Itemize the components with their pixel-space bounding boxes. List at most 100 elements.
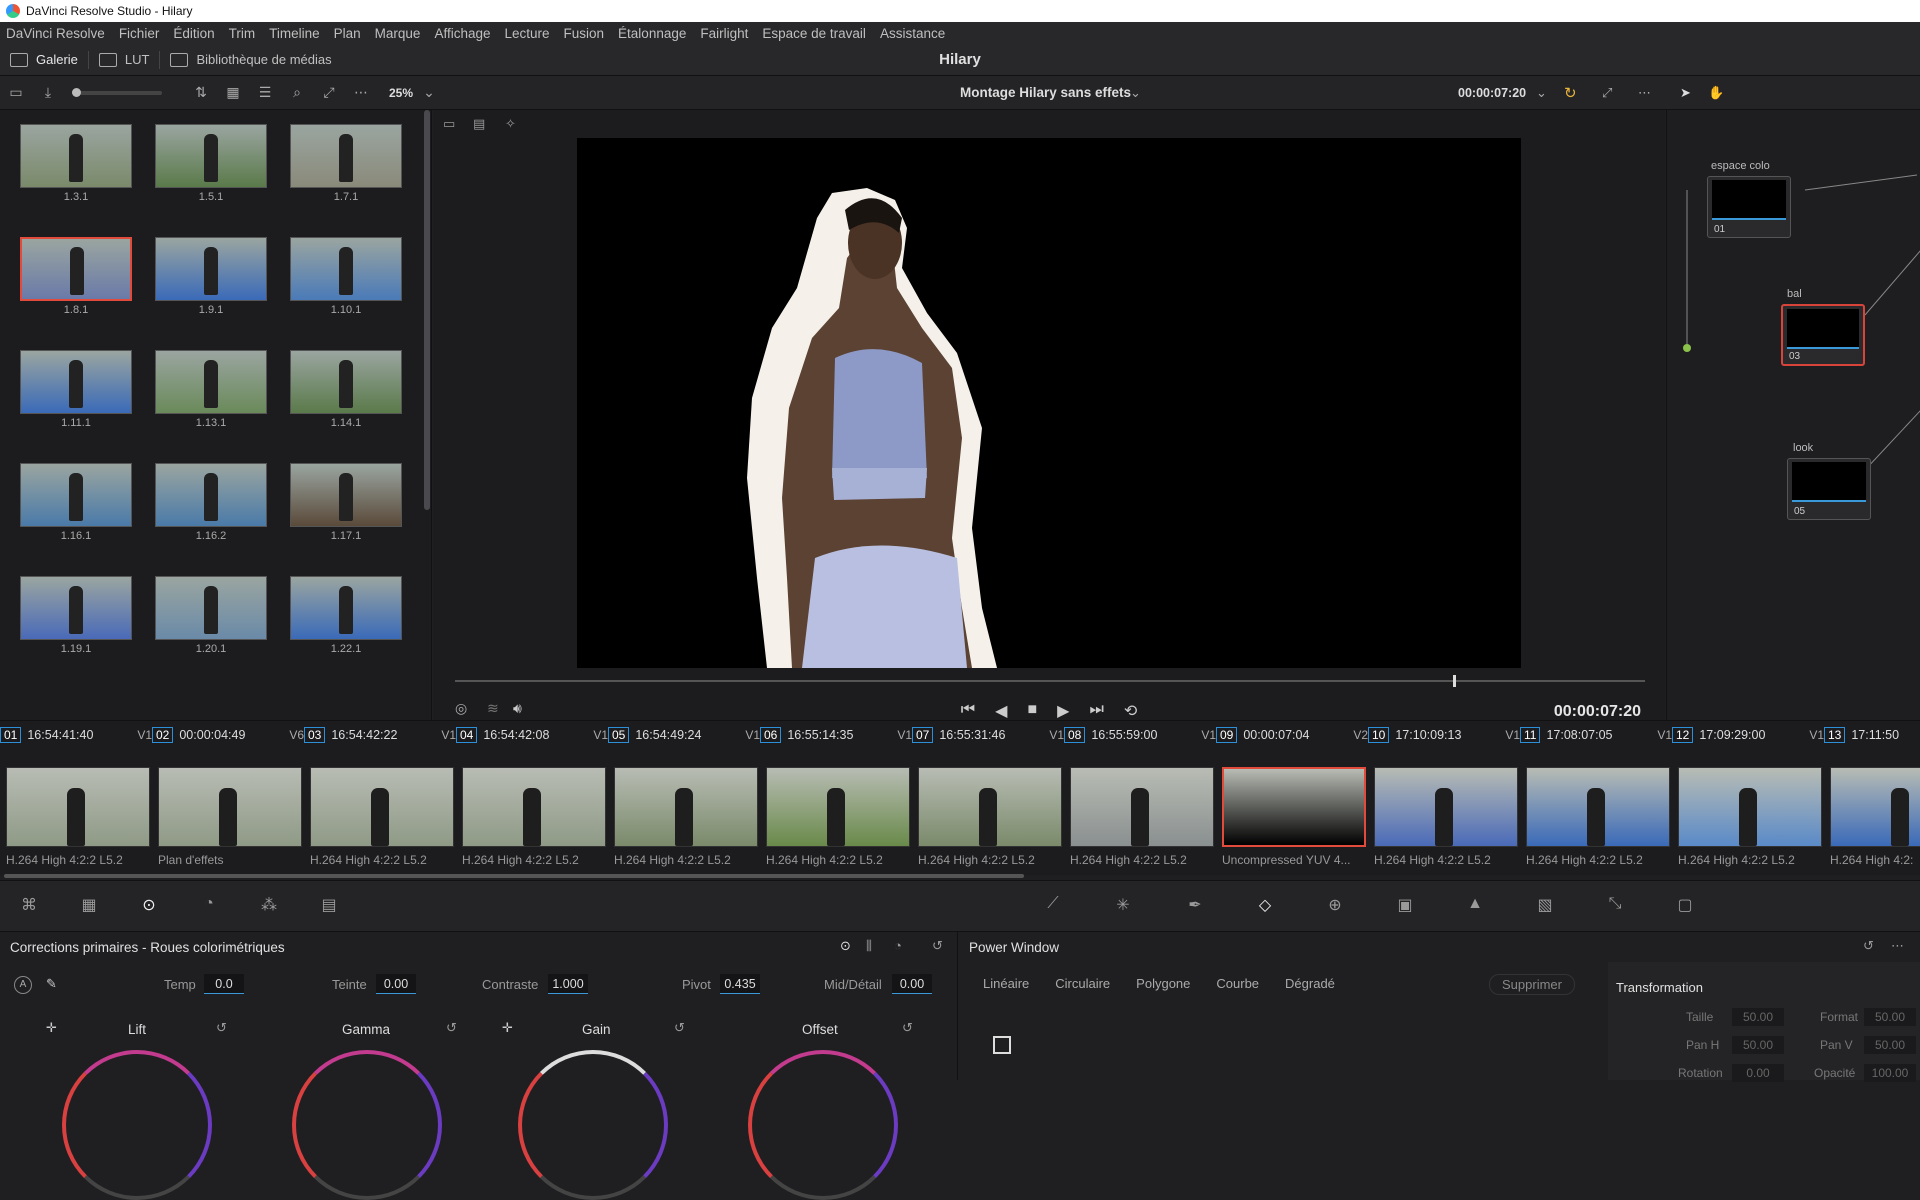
gallery-still[interactable]	[155, 576, 267, 640]
grid-view-icon[interactable]: ▦	[222, 82, 244, 104]
go-to-start-icon[interactable]: ⏮	[961, 701, 975, 721]
clip-item[interactable]: 13 17:11:50 H.264 High 4:2:	[1824, 721, 1920, 871]
gallery-still[interactable]	[155, 124, 267, 188]
format-field[interactable]: 50.00	[1864, 1008, 1916, 1026]
more-options-icon[interactable]: ⋯	[350, 82, 372, 104]
reset-icon[interactable]: ↺	[446, 1020, 457, 1036]
gallery-still[interactable]	[20, 463, 132, 527]
bars-mode-icon[interactable]: ⫼	[866, 938, 872, 954]
menu-etalonnage[interactable]: Étalonnage	[618, 26, 686, 41]
timeline-name[interactable]: Montage Hilary sans effets	[960, 85, 1131, 100]
menu-lecture[interactable]: Lecture	[504, 26, 549, 41]
wheels-mode-icon[interactable]: ⊙	[840, 938, 851, 954]
color-match-icon[interactable]: ▦	[76, 895, 102, 917]
gallery-still[interactable]	[20, 124, 132, 188]
loop-icon[interactable]: ⟲	[1124, 701, 1137, 721]
gain-wheel[interactable]	[518, 1050, 668, 1200]
grab-still-icon[interactable]: ⤓	[37, 82, 59, 104]
more-options-icon[interactable]: ⋯	[1891, 938, 1904, 954]
magic-mask-icon[interactable]: ▣	[1392, 895, 1418, 917]
curves-icon[interactable]: ⟋	[1040, 895, 1066, 917]
gallery-still[interactable]	[290, 576, 402, 640]
menu-trim[interactable]: Trim	[229, 26, 256, 41]
menu-fairlight[interactable]: Fairlight	[700, 26, 748, 41]
play-icon[interactable]: ▶	[1057, 701, 1069, 721]
chevron-down-icon[interactable]: ⌄	[1536, 85, 1547, 101]
gallery-still[interactable]	[20, 350, 132, 414]
gallery-still[interactable]	[155, 350, 267, 414]
chevron-down-icon[interactable]: ⌄	[418, 82, 440, 104]
tab-curve[interactable]: Courbe	[1216, 976, 1259, 991]
search-icon[interactable]: ⌕	[286, 82, 308, 104]
tab-linear[interactable]: Linéaire	[983, 976, 1029, 991]
menu-davinci[interactable]: DaVinci Resolve	[6, 26, 105, 41]
node-01[interactable]: 01	[1707, 176, 1791, 238]
rgb-mixer-icon[interactable]: ⁂	[256, 895, 282, 917]
menu-marque[interactable]: Marque	[375, 26, 421, 41]
viewer-mode-icon[interactable]: ▭	[443, 116, 455, 132]
motion-effects-icon[interactable]: ▤	[316, 895, 342, 917]
media-library-tab[interactable]: Bibliothèque de médias	[160, 44, 341, 76]
clip-item[interactable]: 01 16:54:41:40 V1 H.264 High 4:2:2 L5.2	[0, 721, 152, 871]
hand-icon[interactable]: ✋	[1708, 85, 1724, 101]
clip-item[interactable]: 12 17:09:29:00 V1 H.264 High 4:2:2 L5.2	[1672, 721, 1824, 871]
gallery-still[interactable]	[290, 124, 402, 188]
clip-thumbnail[interactable]	[1526, 767, 1670, 847]
menu-espace-travail[interactable]: Espace de travail	[762, 26, 866, 41]
hdr-wheels-icon[interactable]: ◔	[196, 895, 222, 917]
clip-item[interactable]: 03 16:54:42:22 V1 H.264 High 4:2:2 L5.2	[304, 721, 456, 871]
clip-thumbnail[interactable]	[1070, 767, 1214, 847]
clip-thumbnail[interactable]	[1830, 767, 1920, 847]
square-window-icon[interactable]	[993, 1036, 1011, 1054]
clip-thumbnail[interactable]	[918, 767, 1062, 847]
chevron-down-icon[interactable]: ⌄	[1130, 85, 1141, 101]
reset-icon[interactable]: ↺	[932, 938, 943, 954]
clip-item[interactable]: 08 16:55:59:00 V1 H.264 High 4:2:2 L5.2	[1064, 721, 1216, 871]
gallery-still[interactable]	[20, 576, 132, 640]
tint-field[interactable]: 0.00	[376, 974, 416, 994]
tab-polygon[interactable]: Polygone	[1136, 976, 1190, 991]
rotation-field[interactable]: 0.00	[1732, 1064, 1784, 1082]
clip-item[interactable]: 07 16:55:31:46 V1 H.264 High 4:2:2 L5.2	[912, 721, 1064, 871]
thumb-size-slider[interactable]	[72, 87, 162, 97]
clip-item[interactable]: 06 16:55:14:35 V1 H.264 High 4:2:2 L5.2	[760, 721, 912, 871]
panh-field[interactable]: 50.00	[1732, 1036, 1784, 1054]
crosshair-icon[interactable]: ✛	[502, 1020, 513, 1036]
clip-item[interactable]: 02 00:00:04:49 V6 Plan d'effets	[152, 721, 304, 871]
pivot-field[interactable]: 0.435	[720, 974, 760, 994]
gallery-still[interactable]	[290, 463, 402, 527]
clip-item[interactable]: 11 17:08:07:05 V1 H.264 High 4:2:2 L5.2	[1520, 721, 1672, 871]
menu-plan[interactable]: Plan	[334, 26, 361, 41]
lift-wheel[interactable]	[62, 1050, 212, 1200]
menu-fusion[interactable]: Fusion	[564, 26, 605, 41]
auto-balance-icon[interactable]: A	[14, 976, 32, 994]
reset-icon[interactable]: ↺	[216, 1020, 227, 1036]
magic-wand-icon[interactable]: ✧	[505, 116, 516, 132]
reverse-icon[interactable]: ◀	[995, 701, 1007, 721]
clip-thumbnail[interactable]	[462, 767, 606, 847]
gallery-still[interactable]	[155, 463, 267, 527]
blur-icon[interactable]: ▲	[1462, 895, 1488, 917]
clip-thumbnail[interactable]	[614, 767, 758, 847]
menu-assistance[interactable]: Assistance	[880, 26, 945, 41]
tab-gradient[interactable]: Dégradé	[1285, 976, 1335, 991]
gallery-still[interactable]	[290, 237, 402, 301]
node-03[interactable]: 03	[1781, 304, 1865, 366]
key-icon[interactable]: ▧	[1532, 895, 1558, 917]
contrast-field[interactable]: 1.000	[548, 974, 588, 994]
middetail-field[interactable]: 0.00	[892, 974, 932, 994]
sizing-icon[interactable]: ⤡	[1602, 895, 1628, 917]
crosshair-icon[interactable]: ✛	[46, 1020, 57, 1036]
panv-field[interactable]: 50.00	[1864, 1036, 1916, 1054]
gamma-wheel[interactable]	[292, 1050, 442, 1200]
size-field[interactable]: 50.00	[1732, 1008, 1784, 1026]
reset-icon[interactable]: ↺	[674, 1020, 685, 1036]
reset-icon[interactable]: ↺	[902, 1020, 913, 1036]
power-window-icon[interactable]: ◇	[1252, 895, 1278, 917]
pointer-icon[interactable]: ➤	[1680, 85, 1691, 101]
qualifier-icon[interactable]: ✒	[1182, 895, 1208, 917]
split-view-icon[interactable]: ▤	[473, 116, 485, 132]
node-05[interactable]: 05	[1787, 458, 1871, 520]
clip-thumbnail[interactable]	[766, 767, 910, 847]
tab-circular[interactable]: Circulaire	[1055, 976, 1110, 991]
